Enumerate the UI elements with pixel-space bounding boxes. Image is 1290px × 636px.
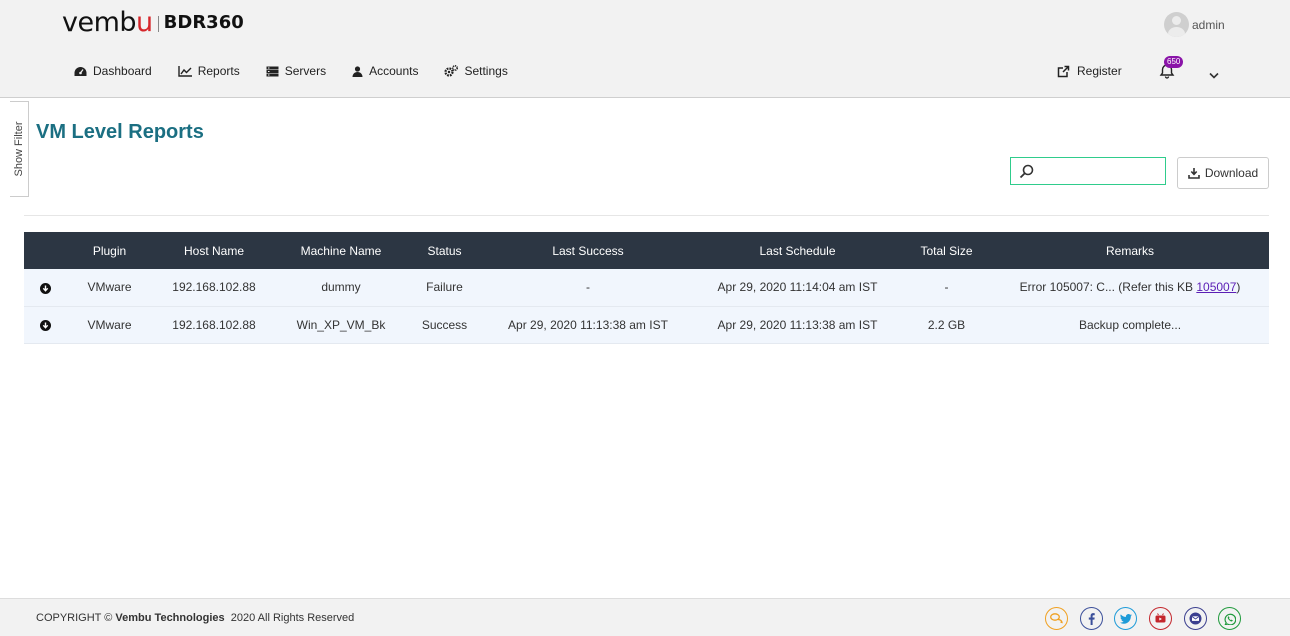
nav-label: Settings xyxy=(464,64,508,78)
email-icon xyxy=(1189,612,1202,625)
youtube-icon xyxy=(1155,613,1166,623)
search-input[interactable] xyxy=(1038,159,1162,183)
table-row: VMware 192.168.102.88 dummy Failure - Ap… xyxy=(24,269,1269,307)
line-chart-icon xyxy=(178,65,192,77)
cell-last-schedule: Apr 29, 2020 11:14:04 am IST xyxy=(693,269,902,307)
remarks-text: Backup complete... xyxy=(1078,317,1182,332)
download-button[interactable]: Download xyxy=(1177,157,1269,189)
cell-machine: dummy xyxy=(276,269,406,307)
cell-size: - xyxy=(902,269,991,307)
chat-button[interactable] xyxy=(1045,607,1068,630)
circle-arrow-down-icon[interactable] xyxy=(40,319,51,331)
notification-badge: 650 xyxy=(1164,56,1184,68)
user-icon xyxy=(352,65,363,77)
facebook-icon xyxy=(1088,612,1095,625)
youtube-button[interactable] xyxy=(1149,607,1172,630)
cogs-icon xyxy=(444,65,459,77)
remarks-suffix: ) xyxy=(1236,280,1241,295)
cell-remarks: Error 105007: C... (Refer this KB 105007… xyxy=(991,269,1269,307)
cell-size: 2.2 GB xyxy=(902,306,991,344)
expand-cell xyxy=(24,269,67,307)
nav-item-servers[interactable]: Servers xyxy=(266,64,326,78)
footer: COPYRIGHT © Vembu Technologies 2020 All … xyxy=(0,598,1290,636)
cell-host: 192.168.102.88 xyxy=(152,269,276,307)
expand-cell xyxy=(24,306,67,344)
dashboard-icon xyxy=(74,66,87,76)
column-header-expand xyxy=(24,232,67,269)
main-nav: Dashboard Reports Servers Accounts Setti… xyxy=(74,64,534,78)
table-row: VMware 192.168.102.88 Win_XP_VM_Bk Succe… xyxy=(24,306,1269,344)
top-header: vembu BDR360 admin Dashboard Reports Ser… xyxy=(0,0,1290,98)
logo-wordmark: vembu xyxy=(62,7,153,38)
email-button[interactable] xyxy=(1184,607,1207,630)
cell-remarks: Backup complete... xyxy=(991,306,1269,344)
nav-label: Dashboard xyxy=(93,64,152,78)
avatar xyxy=(1164,12,1189,37)
nav-label: Servers xyxy=(284,64,327,78)
cell-last-success: - xyxy=(483,269,693,307)
header-dropdown-toggle[interactable] xyxy=(1209,66,1219,84)
column-header[interactable]: Total Size xyxy=(902,232,991,269)
content-divider xyxy=(24,215,1269,216)
nav-label: Reports xyxy=(197,64,240,78)
logo-product-name: BDR360 xyxy=(163,12,244,33)
cell-last-success: Apr 29, 2020 11:13:38 am IST xyxy=(483,306,693,344)
whatsapp-icon xyxy=(1223,613,1236,625)
column-header[interactable]: Plugin xyxy=(67,232,152,269)
table-header-row: Plugin Host Name Machine Name Status Las… xyxy=(24,232,1269,269)
server-icon xyxy=(266,66,279,76)
show-filter-tab[interactable]: Show Filter xyxy=(10,101,29,197)
cell-host: 192.168.102.88 xyxy=(152,306,276,344)
vm-report-table: Plugin Host Name Machine Name Status Las… xyxy=(24,232,1269,344)
column-header[interactable]: Machine Name xyxy=(276,232,406,269)
vembu-logo[interactable]: vembu BDR360 xyxy=(62,8,244,38)
register-link[interactable]: Register xyxy=(1057,64,1122,78)
circle-arrow-down-icon[interactable] xyxy=(40,282,51,294)
column-header[interactable]: Host Name xyxy=(152,232,276,269)
cell-last-schedule: Apr 29, 2020 11:13:38 am IST xyxy=(693,306,902,344)
nav-item-accounts[interactable]: Accounts xyxy=(352,64,418,78)
nav-item-dashboard[interactable]: Dashboard xyxy=(74,64,152,78)
remarks-text: Error 105007: C... (Refer this KB xyxy=(1019,280,1197,295)
column-header[interactable]: Remarks xyxy=(991,232,1269,269)
column-header[interactable]: Last Success xyxy=(483,232,693,269)
user-name: admin xyxy=(1192,17,1225,32)
external-link-icon xyxy=(1057,65,1070,77)
cell-plugin: VMware xyxy=(67,306,152,344)
page-title: VM Level Reports xyxy=(36,121,204,143)
cell-plugin: VMware xyxy=(67,269,152,307)
search-icon xyxy=(1019,164,1034,178)
logo-separator xyxy=(157,16,159,32)
nav-item-reports[interactable]: Reports xyxy=(178,64,240,78)
user-menu[interactable]: admin xyxy=(1164,12,1225,37)
column-header[interactable]: Last Schedule xyxy=(693,232,902,269)
show-filter-label: Show Filter xyxy=(13,121,25,177)
cell-status: Success xyxy=(406,306,483,344)
cell-machine: Win_XP_VM_Bk xyxy=(276,306,406,344)
search-box[interactable] xyxy=(1010,157,1166,185)
whatsapp-button[interactable] xyxy=(1218,607,1241,630)
chevron-down-icon xyxy=(1209,72,1219,79)
download-label: Download xyxy=(1204,166,1259,180)
kb-link[interactable]: 105007 xyxy=(1196,280,1236,294)
cell-status: Failure xyxy=(406,269,483,307)
register-label: Register xyxy=(1077,64,1122,78)
twitter-button[interactable] xyxy=(1114,607,1137,630)
company-name: Vembu Technologies xyxy=(115,612,225,624)
nav-item-settings[interactable]: Settings xyxy=(444,64,508,78)
copyright-text: COPYRIGHT © Vembu Technologies 2020 All … xyxy=(36,612,355,624)
twitter-icon xyxy=(1119,613,1132,624)
nav-label: Accounts xyxy=(369,64,419,78)
download-icon xyxy=(1188,168,1200,179)
column-header[interactable]: Status xyxy=(406,232,483,269)
chat-icon xyxy=(1050,613,1063,624)
facebook-button[interactable] xyxy=(1080,607,1103,630)
